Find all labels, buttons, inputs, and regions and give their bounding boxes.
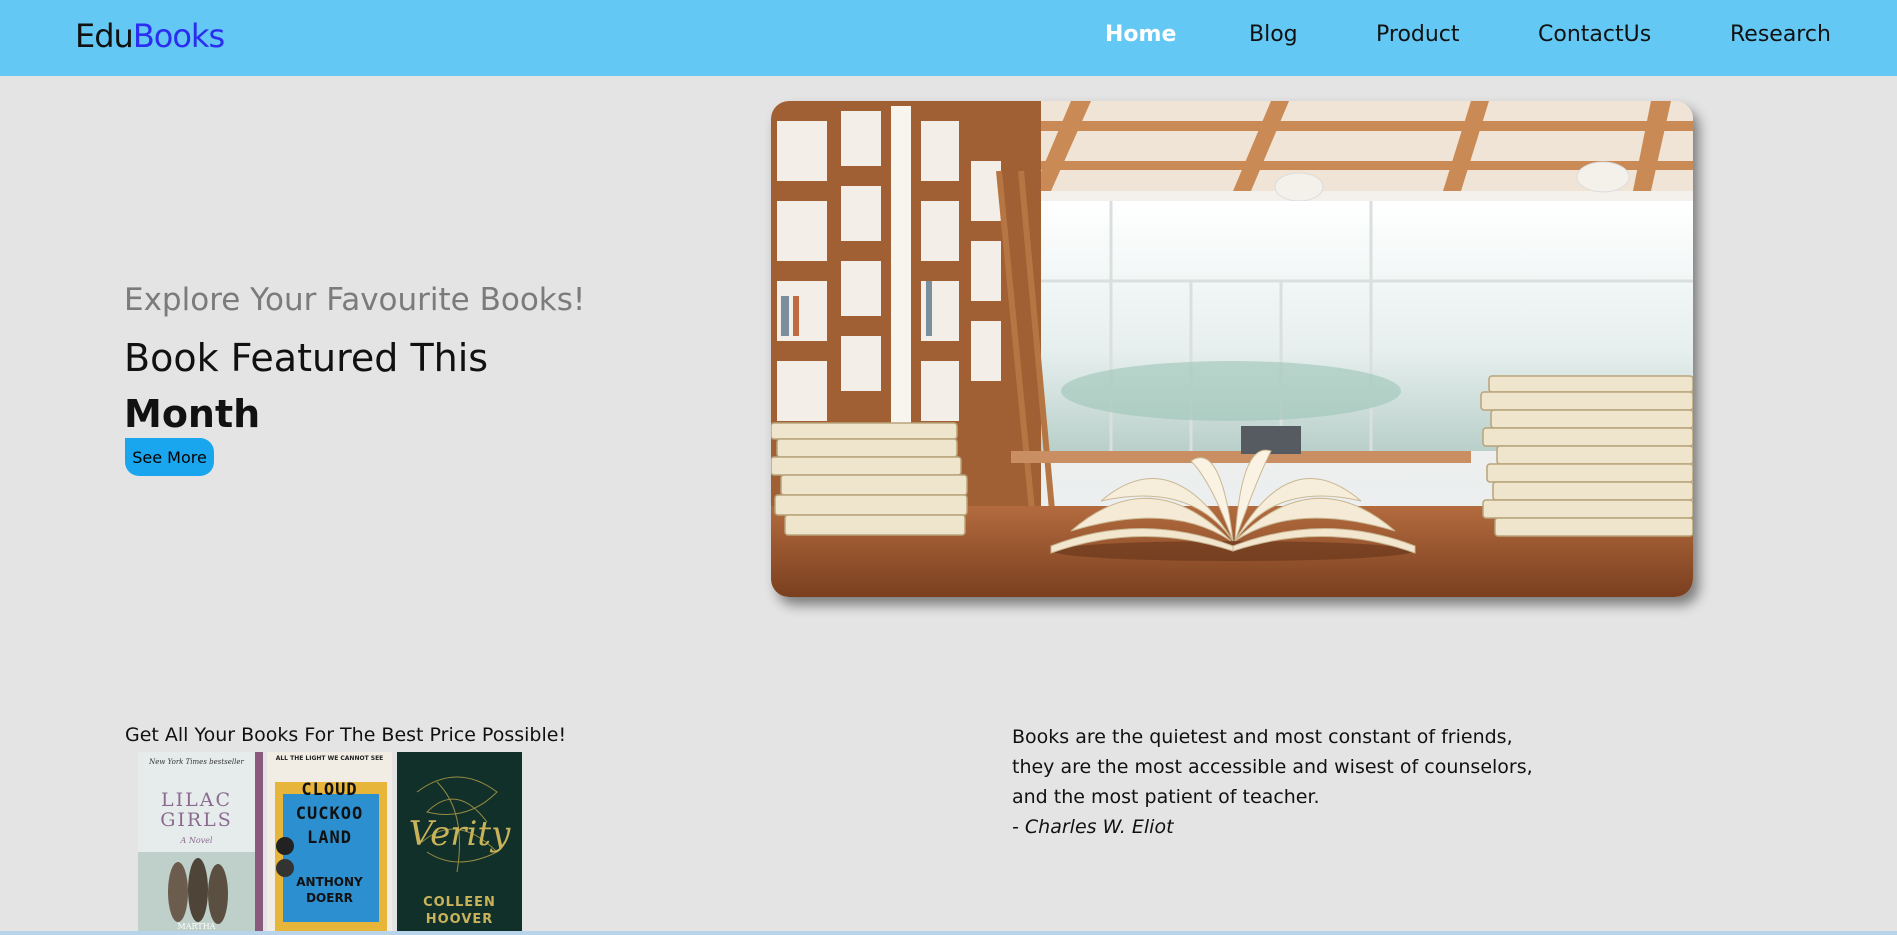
brand-logo-part2: Books bbox=[132, 17, 225, 55]
book3-author-line1: COLLEEN bbox=[423, 895, 496, 910]
book2-title-line3: LAND bbox=[307, 828, 352, 848]
nav-item-home[interactable]: Home bbox=[1105, 22, 1176, 47]
price-promo-text: Get All Your Books For The Best Price Po… bbox=[125, 724, 567, 746]
book-cover-verity[interactable]: Verity COLLEEN HOOVER bbox=[397, 752, 522, 931]
hero-library-image bbox=[771, 101, 1693, 597]
quote-line1: Books are the quietest and most constant… bbox=[1012, 726, 1513, 748]
brand-logo-part1: Edu bbox=[75, 17, 134, 55]
hero-subtitle: Explore Your Favourite Books! bbox=[124, 282, 586, 318]
book2-author: ANTHONY DOERR bbox=[267, 874, 392, 906]
book2-author-line1: ANTHONY bbox=[296, 875, 363, 889]
book1-author: MARTHA bbox=[177, 922, 216, 931]
nav-item-blog[interactable]: Blog bbox=[1249, 22, 1298, 47]
book1-badge: New York Times bestseller bbox=[149, 758, 244, 766]
hero-title: Book Featured This Month bbox=[124, 330, 544, 442]
hero-title-line1: Book Featured This bbox=[124, 336, 489, 380]
book3-title: Verity bbox=[408, 814, 511, 854]
quote-line3: and the most patient of teacher. bbox=[1012, 786, 1320, 808]
top-navbar: EduBooks Home Blog Product ContactUs Res… bbox=[0, 0, 1897, 76]
quote-block: Books are the quietest and most constant… bbox=[1012, 722, 1632, 842]
nav-item-product[interactable]: Product bbox=[1376, 22, 1460, 47]
quote-line2: they are the most accessible and wisest … bbox=[1012, 756, 1533, 778]
book1-title-line2: GIRLS bbox=[160, 809, 233, 831]
book-cover-lilac-girls[interactable]: New York Times bestseller LILAC GIRLS A … bbox=[138, 752, 263, 931]
see-more-button[interactable]: See More bbox=[125, 438, 214, 476]
book3-author-line2: HOOVER bbox=[425, 912, 494, 927]
book2-author-line2: DOERR bbox=[306, 891, 353, 905]
book-cover-cloud-cuckoo-land[interactable]: ALL THE LIGHT WE CANNOT SEE CLOUD CUCKOO… bbox=[267, 752, 392, 931]
book1-title-line1: LILAC bbox=[161, 789, 232, 811]
brand-logo[interactable]: EduBooks bbox=[75, 17, 225, 55]
book1-title: LILAC GIRLS bbox=[138, 790, 255, 830]
book2-badge: ALL THE LIGHT WE CANNOT SEE bbox=[275, 755, 384, 762]
hero-title-line2: Month bbox=[124, 392, 261, 436]
book2-title-line2: CUCKOO bbox=[295, 804, 364, 824]
book1-subtitle: A Novel bbox=[180, 836, 213, 845]
book2-title: CLOUD CUCKOO LAND bbox=[267, 778, 392, 850]
quote-author: - Charles W. Eliot bbox=[1012, 816, 1174, 838]
nav-item-research[interactable]: Research bbox=[1730, 22, 1831, 47]
nav-item-contactus[interactable]: ContactUs bbox=[1538, 22, 1651, 47]
book2-title-line1: CLOUD bbox=[301, 780, 358, 800]
bottom-divider bbox=[0, 931, 1897, 935]
book3-author: COLLEEN HOOVER bbox=[397, 894, 522, 928]
